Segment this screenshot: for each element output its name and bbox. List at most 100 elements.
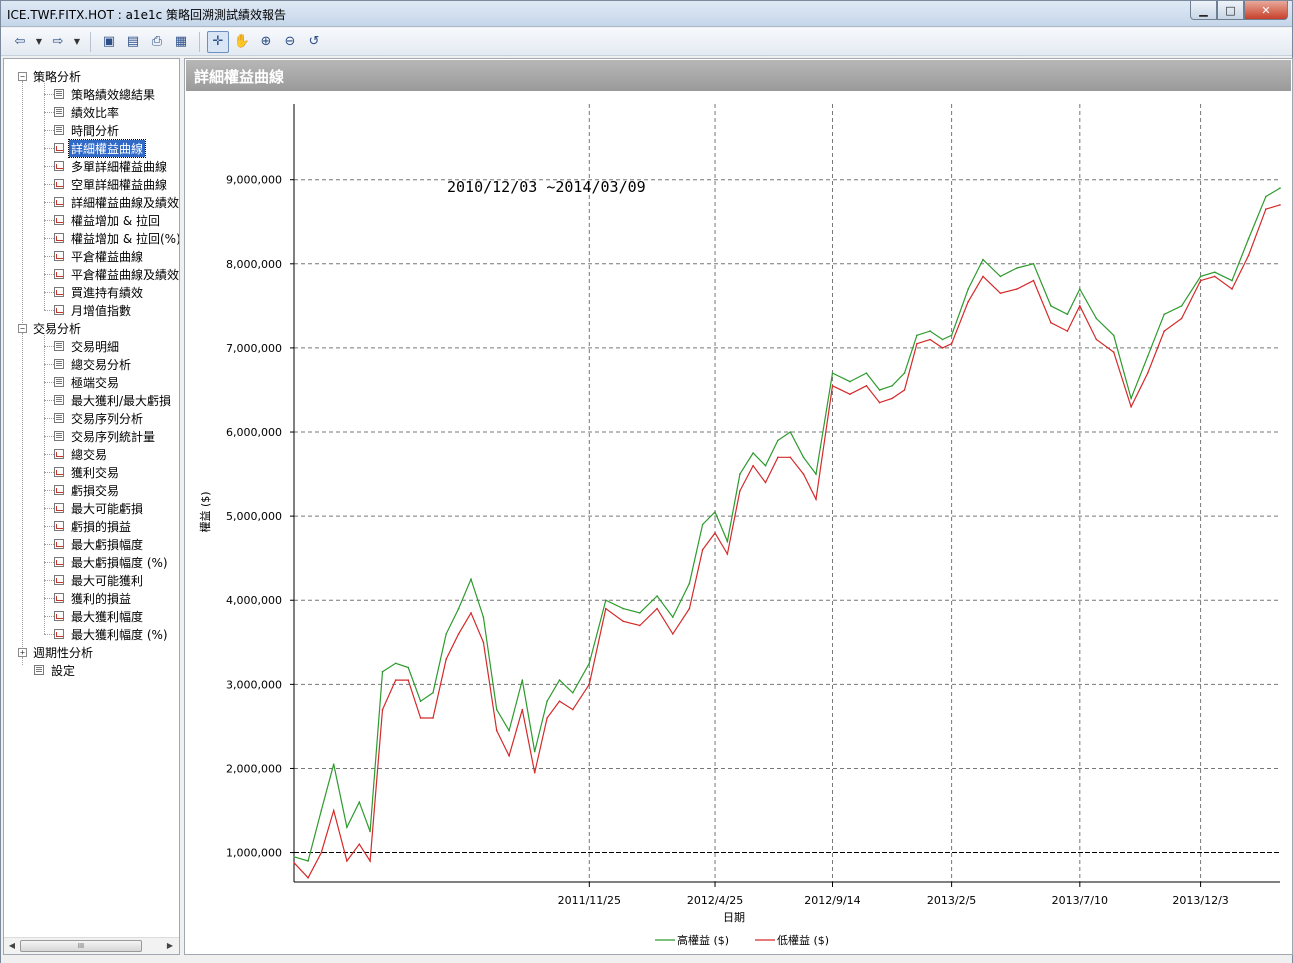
tree-item[interactable]: 虧損交易	[54, 481, 121, 499]
low-equity-point	[1279, 204, 1281, 206]
close-button[interactable]: ✕	[1244, 1, 1288, 20]
tree-guide	[44, 364, 54, 365]
tree-group[interactable]: − 策略分析	[18, 67, 83, 85]
tree-guide	[44, 562, 54, 563]
x-axis-label: 日期	[723, 911, 745, 924]
horizontal-scrollbar[interactable]: ◀ III ▶	[4, 937, 179, 954]
tree-item[interactable]: 虧損的損益	[54, 517, 133, 535]
tree-guide	[44, 202, 54, 203]
tree-item[interactable]: 最大可能獲利	[54, 571, 145, 589]
tree-item[interactable]: 月增值指數	[54, 301, 133, 319]
tree-item[interactable]: 權益增加 & 拉回(%)	[54, 229, 179, 247]
zoom-in-icon[interactable]: ⊕	[255, 31, 277, 53]
reset-icon[interactable]: ↺	[303, 31, 325, 53]
high-equity-point	[672, 616, 674, 618]
tree-item[interactable]: 權益增加 & 拉回	[54, 211, 162, 229]
tree-item[interactable]: 最大可能虧損	[54, 499, 145, 517]
forward-icon[interactable]: ⇨	[47, 31, 69, 53]
tree-item[interactable]: 平倉權益曲線及績效	[54, 265, 179, 283]
forward-dropdown-icon[interactable]: ▼	[71, 31, 83, 53]
tree-item[interactable]: 時間分析	[54, 121, 121, 139]
tree-item[interactable]: 總交易分析	[54, 355, 133, 373]
low-equity-line	[293, 204, 1281, 879]
hand-icon[interactable]: ✋	[231, 31, 253, 53]
tree-guide	[44, 346, 54, 347]
expand-icon[interactable]: +	[18, 647, 27, 657]
tree-group[interactable]: 設定	[18, 661, 77, 679]
high-equity-point	[1231, 279, 1233, 282]
tree-item[interactable]: 交易序列分析	[54, 409, 145, 427]
x-tick-label: 2012/4/25	[687, 894, 743, 907]
tree-item[interactable]: 極端交易	[54, 373, 121, 391]
tree-item[interactable]: 最大獲利/最大虧損	[54, 391, 173, 409]
save-icon[interactable]: ▣	[98, 31, 120, 53]
low-equity-point	[572, 708, 574, 711]
equity-curve-chart[interactable]: 1,000,000 2,000,000 3,000,000 4,000,000 5,00…	[185, 92, 1291, 954]
tree-item[interactable]: 空單詳細權益曲線	[54, 175, 169, 193]
high-equity-point	[1112, 334, 1115, 337]
tree-item[interactable]: 平倉權益曲線	[54, 247, 145, 265]
tree-item[interactable]: 多單詳細權益曲線	[54, 157, 169, 175]
tree-item[interactable]: 詳細權益曲線及績效	[54, 193, 179, 211]
low-equity-point	[394, 679, 397, 681]
axis-layer: 1,000,000 2,000,000 3,000,000 4,000,000 5,00…	[226, 104, 1280, 907]
low-equity-point	[1247, 254, 1250, 257]
back-icon[interactable]: ⇦	[9, 31, 31, 53]
minimize-button[interactable]: ▁	[1190, 1, 1217, 20]
tree-item[interactable]: 交易明細	[54, 337, 121, 355]
table-icon[interactable]: ▦	[170, 31, 192, 53]
export-icon[interactable]: ▤	[122, 31, 144, 53]
tree-guide	[44, 310, 54, 311]
high-equity-point	[495, 708, 498, 711]
tree-item[interactable]: 策略績效總結果	[54, 85, 157, 103]
tree-item[interactable]: 獲利交易	[54, 463, 121, 481]
low-equity-point	[1016, 288, 1018, 290]
table-report-icon	[54, 89, 64, 99]
low-equity-point	[546, 717, 548, 719]
grid-layer	[294, 104, 1280, 882]
tree-item[interactable]: 最大虧損幅度	[54, 535, 145, 553]
low-equity-point	[358, 843, 361, 845]
collapse-icon[interactable]: −	[18, 71, 27, 81]
low-equity-point	[865, 385, 868, 387]
print-icon[interactable]: ⎙	[146, 31, 168, 53]
scroll-left-icon[interactable]: ◀	[6, 940, 18, 952]
tree-item[interactable]: 買進持有績效	[54, 283, 145, 301]
window-title: ICE.TWF.FITX.HOT : a1e1c 策略回溯測試績效報告	[7, 8, 286, 22]
high-equity-point	[358, 801, 361, 803]
chart-report-icon	[54, 467, 64, 477]
high-equity-point	[432, 692, 434, 694]
tree-item[interactable]: 詳細權益曲線	[54, 138, 147, 158]
low-equity-point	[293, 861, 295, 864]
zoom-out-icon[interactable]: ⊖	[279, 31, 301, 53]
table-report-icon	[54, 107, 64, 117]
table-report-icon	[54, 431, 64, 441]
tree-item[interactable]: 最大獲利幅度 (%)	[54, 625, 170, 643]
tree-item-label: 權益增加 & 拉回	[71, 213, 160, 228]
maximize-button[interactable]: □	[1217, 1, 1244, 20]
report-content-panel: 詳細權益曲線 1,000,000 2,000,000 3,000,000 4,000,…	[184, 58, 1293, 955]
tree-item[interactable]: 總交易	[54, 445, 109, 463]
tree-item[interactable]: 績效比率	[54, 103, 121, 121]
scroll-thumb[interactable]: III	[20, 940, 142, 952]
low-equity-point	[369, 860, 371, 862]
title-bar[interactable]: ICE.TWF.FITX.HOT : a1e1c 策略回溯測試績效報告 ▁ □ …	[1, 1, 1292, 27]
legend-label: 高權益 ($)	[677, 933, 729, 947]
tree-group[interactable]: − 交易分析	[18, 319, 83, 337]
x-tick-label: 2011/11/25	[558, 894, 621, 907]
collapse-icon[interactable]: −	[18, 323, 27, 333]
low-equity-point	[432, 717, 434, 719]
chart-report-icon	[54, 629, 64, 639]
tree-item[interactable]: 最大虧損幅度 (%)	[54, 553, 170, 571]
tree-item[interactable]: 獲利的損益	[54, 589, 133, 607]
tree-item[interactable]: 交易序列統計量	[54, 427, 157, 445]
tree-group[interactable]: + 週期性分析	[18, 643, 95, 661]
scroll-right-icon[interactable]: ▶	[164, 940, 176, 952]
y-tick-label: 3,000,000	[226, 678, 282, 691]
high-equity-point	[831, 372, 834, 374]
legend-label: 低權益 ($)	[777, 933, 829, 947]
chart-report-icon	[54, 521, 64, 531]
crosshair-icon[interactable]: ✛	[207, 30, 229, 53]
back-dropdown-icon[interactable]: ▼	[33, 31, 45, 53]
tree-item[interactable]: 最大獲利幅度	[54, 607, 145, 625]
